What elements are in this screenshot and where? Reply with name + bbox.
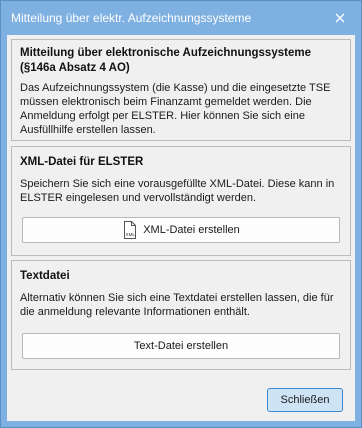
text-heading: Textdatei — [20, 270, 70, 282]
close-button-label: Schließen — [280, 394, 330, 406]
xml-text: Speichern Sie sich eine vorausgefüllte X… — [20, 178, 335, 204]
xml-panel: XML-Datei für ELSTER Speichern Sie sich … — [11, 146, 351, 256]
text-body: Alternativ können Sie sich eine Textdate… — [20, 292, 334, 318]
window-title: Mitteilung über elektr. Aufzeichnungssys… — [11, 11, 252, 25]
info-heading: Mitteilung über elektronische Aufzeichnu… — [20, 47, 311, 74]
xml-heading: XML-Datei für ELSTER — [20, 156, 144, 168]
info-panel: Mitteilung über elektronische Aufzeichnu… — [11, 39, 351, 141]
create-text-button[interactable]: Text-Datei erstellen — [22, 333, 340, 359]
title-bar[interactable]: Mitteilung über elektr. Aufzeichnungssys… — [1, 1, 361, 35]
close-icon — [335, 13, 345, 23]
svg-text:XML: XML — [126, 232, 136, 237]
dialog-content: Mitteilung über elektronische Aufzeichnu… — [7, 35, 355, 421]
dialog-window: Mitteilung über elektr. Aufzeichnungssys… — [0, 0, 362, 428]
create-xml-label: XML-Datei erstellen — [143, 224, 240, 236]
xml-file-icon: XML — [122, 221, 138, 239]
info-text: Das Aufzeichnungssystem (die Kasse) und … — [20, 82, 331, 136]
create-xml-button[interactable]: XML XML-Datei erstellen — [22, 217, 340, 243]
close-button[interactable]: Schließen — [267, 388, 343, 412]
close-window-button[interactable] — [329, 7, 351, 29]
text-panel: Textdatei Alternativ können Sie sich ein… — [11, 260, 351, 370]
create-text-label: Text-Datei erstellen — [133, 340, 229, 352]
